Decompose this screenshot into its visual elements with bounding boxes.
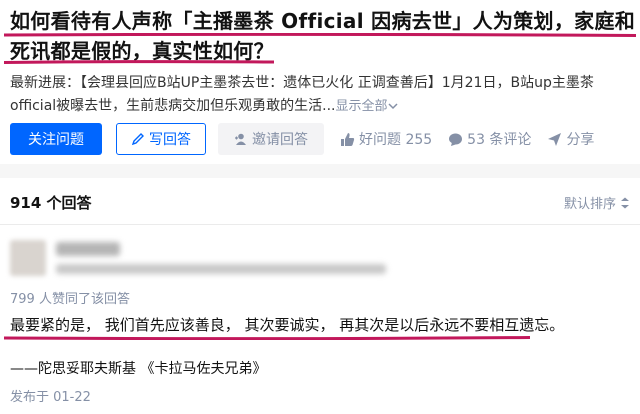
author-bio-blurred (56, 264, 386, 274)
highlight-underline (4, 33, 636, 37)
divider (0, 224, 640, 225)
add-user-icon (235, 133, 246, 145)
highlight-underline (4, 336, 530, 340)
answers-header: 914 个回答 默认排序 (10, 192, 630, 213)
author-name-blurred[interactable] (56, 242, 120, 256)
sort-icon (621, 197, 629, 208)
comment-icon (449, 133, 463, 146)
write-answer-button[interactable]: 写回答 (116, 123, 206, 155)
highlight-underline (4, 60, 274, 64)
share-icon (548, 132, 562, 146)
good-question-button[interactable]: 好问题 255 (340, 129, 432, 149)
excerpt-line2: official被曝去世，生前悲病交加但乐观勇敢的生活...显示全部 (10, 95, 634, 118)
show-all-label: 显示全部 (335, 99, 388, 114)
excerpt-line2-text: official被曝去世，生前悲病交加但乐观勇敢的生活... (10, 98, 336, 114)
comments-button[interactable]: 53 条评论 (448, 129, 531, 149)
avatar[interactable] (10, 240, 46, 276)
answers-card: 914 个回答 默认排序 799 人赞同了该回答 最要紧的是， 我们首先应该善良… (0, 178, 640, 414)
chevron-down-icon (388, 103, 398, 110)
publish-date[interactable]: 发布于 01-22 (10, 386, 91, 405)
comments-label: 53 条评论 (467, 132, 532, 148)
write-answer-label: 写回答 (149, 132, 191, 148)
invite-answer-label: 邀请回答 (252, 132, 308, 148)
answer-quote: ——陀思妥耶夫斯基 《卡拉马佐夫兄弟》 (10, 361, 267, 377)
question-card: 如何看待有人声称「主播墨茶 Official 因病去世」人为策划，家庭和 死讯都… (0, 0, 640, 164)
sort-dropdown[interactable]: 默认排序 (564, 193, 630, 212)
show-all-link[interactable]: 显示全部 (336, 99, 398, 114)
upvote-count: 799 人赞同了该回答 (10, 292, 130, 307)
question-title-line1: 如何看待有人声称「主播墨茶 Official 因病去世」人为策划，家庭和 (10, 9, 636, 33)
invite-answer-button[interactable]: 邀请回答 (218, 123, 324, 155)
answer-content: 最要紧的是， 我们首先应该善良， 其次要诚实， 再其次是以后永远不要相互遗忘。 (10, 316, 565, 334)
excerpt-line1: 最新进展：【会理县回应B站UP主墨茶去世：遗体已火化 正调查善后】1月21日，B… (10, 75, 594, 91)
answer-count: 914 个回答 (10, 194, 92, 212)
share-label: 分享 (566, 132, 595, 148)
pencil-icon (131, 133, 144, 146)
follow-question-label: 关注问题 (28, 132, 84, 148)
share-button[interactable]: 分享 (547, 129, 594, 149)
thumbs-up-icon (341, 132, 355, 146)
sort-label: 默认排序 (563, 197, 616, 212)
question-excerpt: 最新进展：【会理县回应B站UP主墨茶去世：遗体已火化 正调查善后】1月21日，B… (10, 72, 634, 118)
question-actions: 关注问题 写回答 邀请回答 好问题 255 53 条评论 分享 (10, 122, 594, 156)
follow-question-button[interactable]: 关注问题 (10, 123, 102, 155)
good-question-label: 好问题 255 (359, 132, 433, 148)
